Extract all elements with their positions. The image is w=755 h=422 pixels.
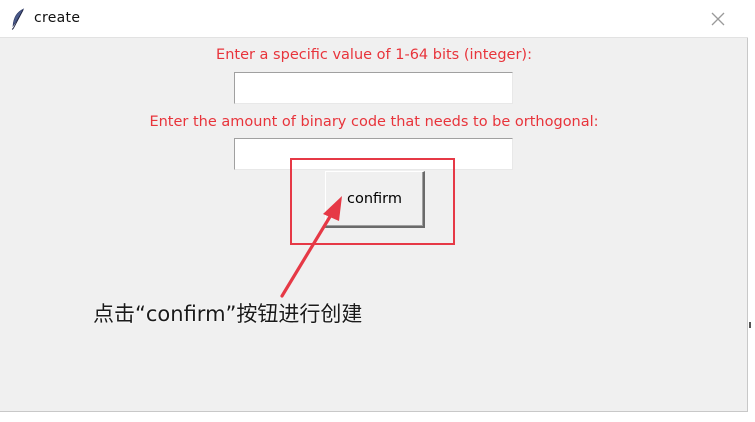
edge-divider	[749, 322, 751, 328]
orthogonal-amount-input[interactable]	[234, 138, 513, 170]
window-title: create	[34, 10, 81, 26]
close-icon[interactable]	[709, 10, 727, 28]
orthogonal-amount-prompt-label: Enter the amount of binary code that nee…	[149, 114, 599, 130]
create-window: create Enter a specific value of 1-64 bi…	[0, 0, 751, 412]
bits-value-input[interactable]	[234, 72, 513, 104]
confirm-button-label: confirm	[347, 191, 402, 207]
title-bar: create	[0, 0, 748, 38]
bits-prompt-label: Enter a specific value of 1-64 bits (int…	[216, 47, 532, 63]
confirm-button[interactable]: confirm	[325, 171, 425, 228]
annotation-caption: 点击“confirm”按钮进行创建	[93, 302, 363, 326]
feather-icon	[11, 8, 25, 30]
